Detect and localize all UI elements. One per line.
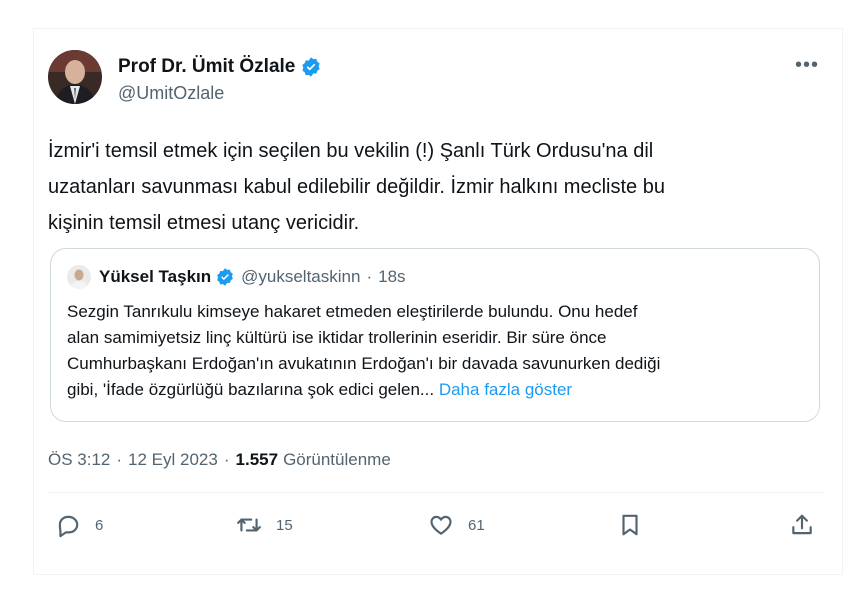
bookmark-icon	[622, 514, 638, 536]
repost-button[interactable]: 15	[236, 512, 293, 538]
more-icon[interactable]: •••	[795, 55, 819, 75]
tweet-text-line: İzmir'i temsil etmek için seçilen bu vek…	[48, 140, 654, 162]
quoted-text-line: Sezgin Tanrıkulu kimseye hakaret etmeden…	[67, 302, 638, 321]
show-more-link[interactable]: Daha fazla göster	[439, 380, 572, 399]
verified-badge-icon	[217, 268, 233, 286]
share-icon	[792, 514, 812, 535]
share-button[interactable]	[789, 512, 815, 538]
tweet-header: Prof Dr. Ümit Özlale @UmitOzlale	[48, 50, 322, 104]
author-handle[interactable]: @UmitOzlale	[118, 83, 322, 104]
like-count: 61	[468, 516, 485, 534]
tweet-date[interactable]: 12 Eyl 2023	[128, 450, 218, 470]
view-label: Görüntülenme	[283, 450, 391, 469]
reply-button[interactable]: 6	[55, 512, 103, 538]
author-avatar[interactable]	[48, 50, 102, 104]
tweet-text-line: kişinin temsil etmesi utanç vericidir.	[48, 212, 360, 234]
repost-count: 15	[276, 516, 293, 534]
action-bar: 6 15 61	[0, 512, 850, 546]
separator-dot: ·	[223, 450, 230, 469]
tweet-text-line: uzatanları savunması kabul edilebilir de…	[48, 176, 665, 198]
verified-badge-icon	[302, 57, 320, 77]
repost-icon	[237, 518, 261, 532]
quoted-author-handle[interactable]: @yukseltaskinn	[241, 267, 360, 287]
separator-dot: ·	[116, 450, 123, 469]
bookmark-button[interactable]	[617, 512, 643, 538]
quoted-author-avatar[interactable]	[67, 265, 91, 289]
quoted-author-name[interactable]: Yüksel Taşkın	[99, 267, 211, 287]
like-icon	[430, 515, 452, 535]
author-name[interactable]: Prof Dr. Ümit Özlale	[118, 56, 295, 78]
quoted-tweet[interactable]: Yüksel Taşkın @yukseltaskinn · 18s Sezgi…	[50, 248, 820, 422]
reply-count: 6	[95, 516, 104, 534]
like-button[interactable]: 61	[428, 512, 485, 538]
divider	[48, 492, 824, 493]
quoted-tweet-age[interactable]: 18s	[378, 267, 405, 287]
quoted-tweet-text: Sezgin Tanrıkulu kimseye hakaret etmeden…	[67, 299, 807, 403]
tweet-time[interactable]: ÖS 3:12	[48, 450, 110, 470]
reply-icon	[58, 515, 79, 538]
separator-dot: ·	[366, 267, 373, 286]
tweet-text: İzmir'i temsil etmek için seçilen bu vek…	[48, 133, 808, 241]
tweet-meta: ÖS 3:12 · 12 Eyl 2023 · 1.557 Görüntülen…	[48, 450, 391, 470]
quoted-text-line: alan samimiyetsiz linç kültürü ise iktid…	[67, 328, 607, 347]
quoted-text-line: Cumhurbaşkanı Erdoğan'ın avukatının Erdo…	[67, 354, 661, 373]
quoted-text-line: gibi, 'İfade özgürlüğü bazılarına şok ed…	[67, 380, 435, 399]
view-count: 1.557	[235, 450, 279, 469]
